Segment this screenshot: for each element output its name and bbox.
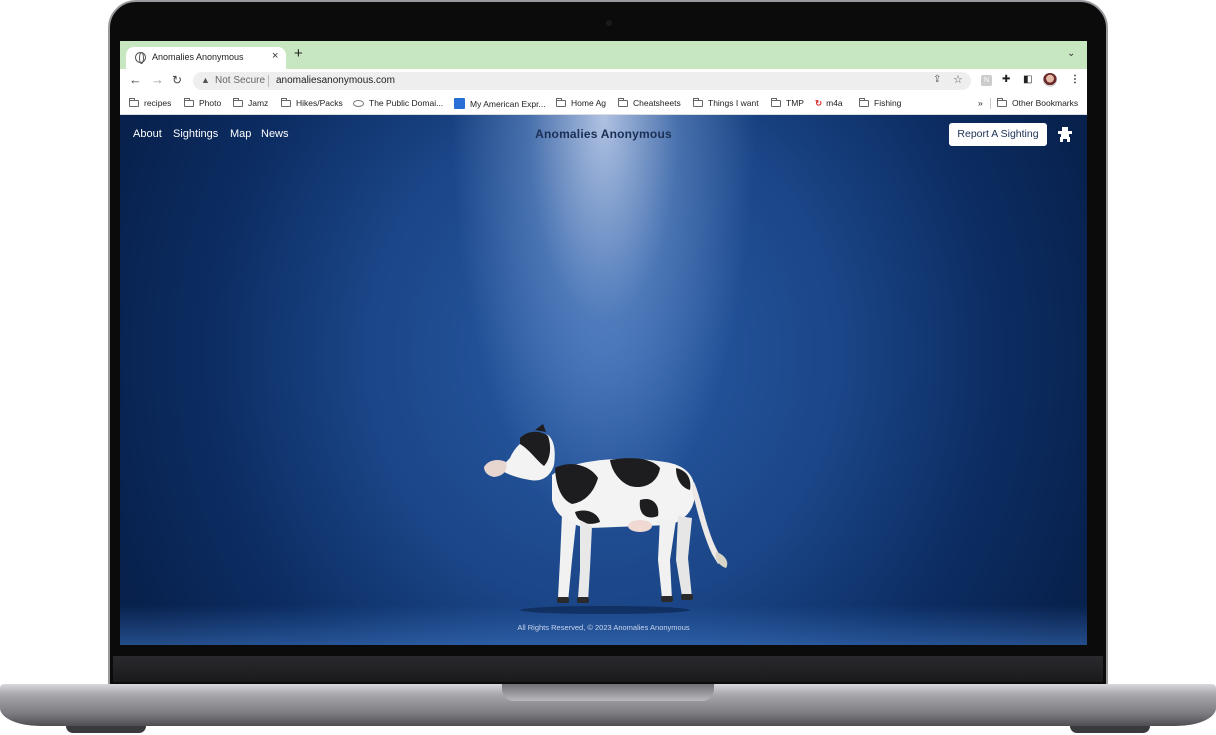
tab-title: Anomalies Anonymous bbox=[152, 52, 244, 62]
kebab-menu-icon[interactable]: ⋮ bbox=[1070, 74, 1080, 86]
new-tab-icon[interactable]: + bbox=[294, 46, 303, 61]
tab-close-icon[interactable]: × bbox=[272, 50, 278, 62]
folder-icon bbox=[693, 98, 703, 107]
bookmark-label: Fishing bbox=[874, 98, 902, 108]
back-icon[interactable]: ← bbox=[129, 72, 142, 88]
bookmark-label: Cheatsheets bbox=[633, 98, 681, 108]
puzzle-icon[interactable]: ✚ bbox=[1002, 74, 1010, 86]
screen: Anomalies Anonymous × + ⌄ ← → ↻ ▲ Not Se… bbox=[120, 41, 1087, 645]
m4a-icon: ↻ bbox=[815, 98, 823, 108]
bookmark-label: TMP bbox=[786, 98, 804, 108]
bookmark-item[interactable]: TMP bbox=[771, 98, 804, 109]
site-icon bbox=[353, 100, 364, 107]
bookmarks-bar: recipes Photo Jamz Hikes/Packs The Publi… bbox=[120, 93, 1087, 115]
laptop-foot-right bbox=[1070, 726, 1150, 733]
bookmarks-divider bbox=[990, 98, 991, 109]
laptop-foot-left bbox=[66, 726, 146, 733]
folder-icon bbox=[997, 98, 1007, 107]
bookmark-label: Things I want bbox=[708, 98, 759, 108]
address-divider bbox=[268, 75, 269, 87]
bookmark-item[interactable]: ↻ m4a bbox=[815, 98, 843, 109]
footer-copyright: All Rights Reserved, © 2023 Anomalies An… bbox=[517, 623, 690, 632]
tab-search-icon[interactable]: ⌄ bbox=[1067, 48, 1075, 59]
folder-icon bbox=[556, 98, 566, 107]
bookmark-label: recipes bbox=[144, 98, 172, 108]
folder-icon bbox=[281, 98, 291, 107]
browser-tab[interactable]: Anomalies Anonymous × bbox=[126, 47, 286, 69]
amex-icon bbox=[454, 98, 465, 109]
bookmark-item[interactable]: The Public Domai... bbox=[353, 98, 443, 109]
bookmark-star-icon[interactable]: ☆ bbox=[953, 73, 963, 86]
bookmark-label: m4a bbox=[826, 98, 843, 108]
extension-icon[interactable]: N bbox=[981, 75, 992, 86]
bookmark-label: Hikes/Packs bbox=[296, 98, 343, 108]
laptop-notch bbox=[502, 684, 714, 701]
bookmark-item[interactable]: Jamz bbox=[233, 98, 268, 109]
laptop-bezel-bottom bbox=[113, 656, 1103, 682]
warning-icon[interactable]: ▲ bbox=[201, 75, 210, 85]
other-bookmarks[interactable]: Other Bookmarks bbox=[997, 98, 1078, 109]
profile-avatar[interactable] bbox=[1043, 73, 1057, 87]
security-label[interactable]: Not Secure bbox=[215, 75, 265, 86]
bookmark-item[interactable]: Cheatsheets bbox=[618, 98, 681, 109]
alien-user-icon[interactable] bbox=[1058, 127, 1072, 142]
forward-icon[interactable]: → bbox=[151, 72, 164, 88]
bookmark-label: The Public Domai... bbox=[369, 98, 444, 108]
url-text[interactable]: anomaliesanonymous.com bbox=[276, 75, 395, 86]
folder-icon bbox=[129, 98, 139, 107]
bookmark-item[interactable]: Things I want bbox=[693, 98, 759, 109]
globe-icon bbox=[135, 52, 146, 64]
other-bookmarks-label: Other Bookmarks bbox=[1012, 98, 1079, 108]
website-page: About Sightings Map News Anomalies Anony… bbox=[120, 115, 1087, 645]
address-bar[interactable]: ▲ Not Secure anomaliesanonymous.com ⇪ ☆ bbox=[193, 72, 971, 90]
folder-icon bbox=[771, 98, 781, 107]
cow-illustration bbox=[484, 424, 728, 614]
bookmark-item[interactable]: Photo bbox=[184, 98, 221, 109]
camera-icon bbox=[606, 20, 612, 26]
bookmark-item[interactable]: Fishing bbox=[859, 98, 901, 109]
bookmark-item[interactable]: Home Ag bbox=[556, 98, 606, 109]
bookmarks-overflow-icon[interactable]: » bbox=[978, 98, 983, 109]
browser-toolbar: ← → ↻ ▲ Not Secure anomaliesanonymous.co… bbox=[120, 69, 1087, 93]
bookmark-label: My American Expr... bbox=[470, 99, 546, 109]
bookmark-label: Jamz bbox=[248, 98, 269, 108]
tab-strip: Anomalies Anonymous × + ⌄ bbox=[120, 41, 1087, 69]
bookmark-item[interactable]: recipes bbox=[129, 98, 171, 109]
bookmark-label: Home Ag bbox=[571, 98, 606, 108]
bookmark-item[interactable]: Hikes/Packs bbox=[281, 98, 343, 109]
folder-icon bbox=[233, 98, 243, 107]
site-title[interactable]: Anomalies Anonymous bbox=[120, 127, 1087, 141]
folder-icon bbox=[859, 98, 869, 107]
report-sighting-button[interactable]: Report A Sighting bbox=[949, 123, 1047, 146]
side-panel-icon[interactable]: ◧ bbox=[1023, 74, 1032, 86]
reload-icon[interactable]: ↻ bbox=[172, 72, 182, 88]
bookmark-item[interactable]: My American Expr... bbox=[454, 98, 546, 110]
share-icon[interactable]: ⇪ bbox=[933, 74, 941, 85]
folder-icon bbox=[184, 98, 194, 107]
folder-icon bbox=[618, 98, 628, 107]
bookmark-label: Photo bbox=[199, 98, 222, 108]
